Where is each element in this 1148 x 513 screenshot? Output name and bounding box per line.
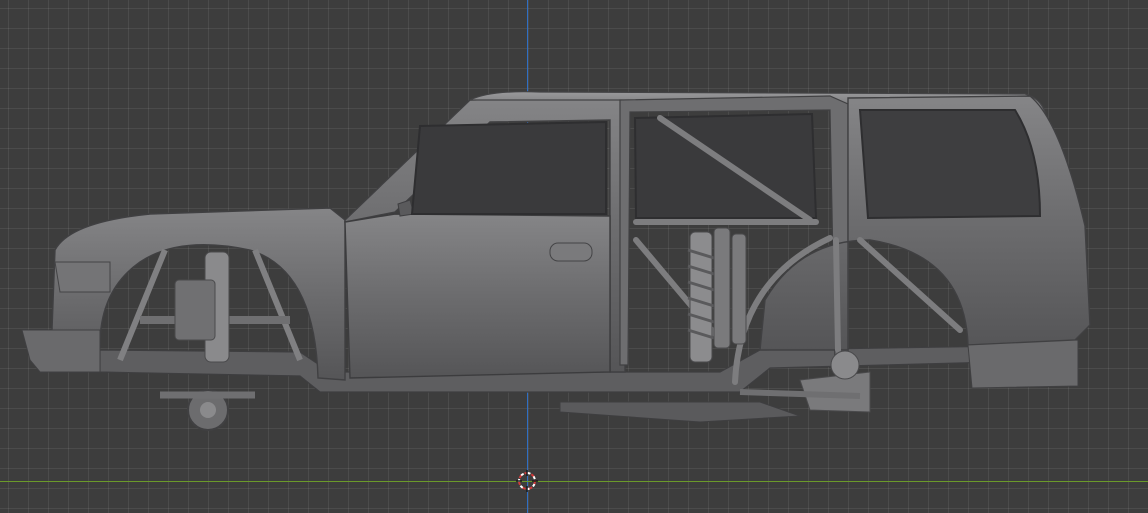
3d-viewport[interactable] [0, 0, 1148, 513]
door-handle [549, 242, 593, 262]
vehicle-model[interactable] [0, 0, 1148, 513]
3d-cursor-icon[interactable] [516, 470, 538, 492]
front-suspension [117, 248, 303, 431]
rear-coilover [687, 227, 747, 363]
